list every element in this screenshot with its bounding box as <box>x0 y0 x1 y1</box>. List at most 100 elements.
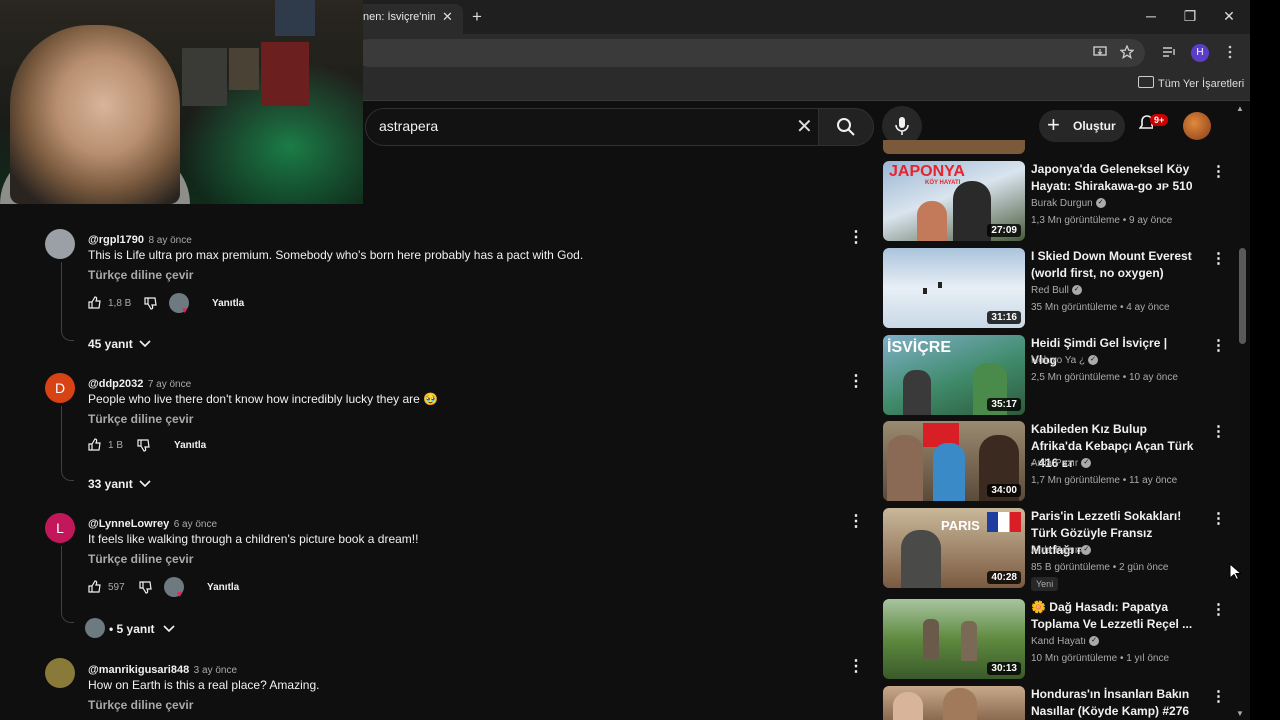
chevron-down-icon[interactable] <box>163 625 175 633</box>
reading-list-icon[interactable] <box>1162 46 1176 58</box>
replies-toggle[interactable]: 33 yanıt <box>88 477 133 491</box>
like-icon[interactable] <box>88 296 101 309</box>
replies-toggle[interactable]: • 5 yanıt <box>109 622 155 636</box>
translate-link[interactable]: Türkçe diline çevir <box>88 698 193 712</box>
video-title[interactable]: Honduras'ın İnsanları Bakın Nasıllar (Kö… <box>1031 686 1196 720</box>
scrollbar-thumb[interactable] <box>1239 248 1246 344</box>
reply-button[interactable]: Yanıtla <box>212 298 244 309</box>
webcam-person <box>10 25 180 204</box>
channel-name[interactable]: Noluyo Ya ¿ <box>1031 355 1085 366</box>
video-channel[interactable]: Kand Hayatı ✓ <box>1031 636 1100 647</box>
video-thumbnail[interactable]: 31:16 <box>883 248 1025 328</box>
install-app-icon[interactable] <box>1093 46 1107 58</box>
thumbnail-person <box>917 201 947 241</box>
video-duration: 31:16 <box>987 311 1021 324</box>
video-menu-icon[interactable]: ⋮ <box>1211 509 1226 527</box>
window-maximize-button[interactable]: ❐ <box>1180 8 1200 25</box>
comment-avatar[interactable]: D <box>45 373 75 403</box>
comment-author-handle[interactable]: @manrikigusari848 <box>88 664 189 676</box>
video-thumbnail[interactable] <box>883 686 1025 720</box>
channel-name[interactable]: Kand Hayatı <box>1031 636 1086 647</box>
comment-author-handle[interactable]: @ddp2032 <box>88 378 143 390</box>
scroll-down-arrow-icon[interactable]: ▼ <box>1236 709 1244 718</box>
thumbnail-person <box>887 435 923 501</box>
video-menu-icon[interactable]: ⋮ <box>1211 162 1226 180</box>
comment-author-handle[interactable]: @rgpl1790 <box>88 234 144 246</box>
comment-timestamp[interactable]: 3 ay önce <box>194 665 237 676</box>
window-minimize-button[interactable]: ─ <box>1141 8 1161 24</box>
video-menu-icon[interactable]: ⋮ <box>1211 422 1226 440</box>
video-channel[interactable]: Arda Pazır ✓ <box>1031 545 1092 556</box>
video-thumbnail[interactable]: JAPONYA KÖY HAYATI 27:09 <box>883 161 1025 241</box>
comment-avatar[interactable] <box>45 229 75 259</box>
comment-menu-icon[interactable]: ⋮ <box>848 656 864 676</box>
comment-timestamp[interactable]: 8 ay önce <box>148 235 191 246</box>
comment-menu-icon[interactable]: ⋮ <box>848 371 864 391</box>
video-title[interactable]: 🌼 Dağ Hasadı: Papatya Toplama Ve Lezzetl… <box>1031 599 1196 633</box>
like-icon[interactable] <box>88 580 101 593</box>
comment-avatar[interactable]: L <box>45 513 75 543</box>
clear-search-icon[interactable]: ✕ <box>796 114 813 139</box>
translate-link[interactable]: Türkçe diline çevir <box>88 268 193 282</box>
thumbnail-person <box>933 443 965 501</box>
webcam-wall-poster <box>261 42 309 106</box>
tab-close-icon[interactable]: ✕ <box>442 9 453 25</box>
dislike-icon[interactable] <box>137 439 150 452</box>
video-menu-icon[interactable]: ⋮ <box>1211 600 1226 618</box>
comment-menu-icon[interactable]: ⋮ <box>848 227 864 247</box>
channel-name[interactable]: Arda Pazır <box>1031 545 1078 556</box>
comment-author-handle[interactable]: @LynneLowrey <box>88 518 169 530</box>
video-title[interactable]: I Skied Down Mount Everest (world first,… <box>1031 248 1196 282</box>
all-bookmarks-link[interactable]: Tüm Yer İşaretleri <box>1158 78 1244 90</box>
video-title[interactable]: Japonya'da Geleneksel Köy Hayatı: Shirak… <box>1031 161 1196 195</box>
video-channel[interactable]: Noluyo Ya ¿ ✓ <box>1031 355 1099 366</box>
channel-name[interactable]: Arda Pazır <box>1031 458 1078 469</box>
like-icon[interactable] <box>88 438 101 451</box>
address-bar[interactable] <box>355 39 1145 67</box>
video-menu-icon[interactable]: ⋮ <box>1211 336 1226 354</box>
webcam-wall-poster <box>182 48 227 106</box>
translate-link[interactable]: Türkçe diline çevir <box>88 412 193 426</box>
comment-menu-icon[interactable]: ⋮ <box>848 511 864 531</box>
translate-link[interactable]: Türkçe diline çevir <box>88 552 193 566</box>
dislike-icon[interactable] <box>144 297 157 310</box>
video-thumbnail[interactable]: 34:00 <box>883 421 1025 501</box>
chevron-down-icon[interactable] <box>139 480 151 488</box>
account-avatar[interactable] <box>1183 112 1211 140</box>
video-menu-icon[interactable]: ⋮ <box>1211 249 1226 267</box>
chevron-down-icon[interactable] <box>139 340 151 348</box>
video-channel[interactable]: Arda Pazır ✓ <box>1031 458 1092 469</box>
video-thumbnail[interactable]: İSVİÇRE 35:17 <box>883 335 1025 415</box>
search-button[interactable] <box>818 108 874 146</box>
channel-name[interactable]: Red Bull <box>1031 285 1069 296</box>
notification-count-badge: 9+ <box>1150 114 1169 126</box>
comment-timestamp[interactable]: 7 ay önce <box>148 379 191 390</box>
video-thumbnail[interactable]: 30:13 <box>883 599 1025 679</box>
search-query-text[interactable]: astrapera <box>379 118 438 134</box>
page-scrollbar[interactable] <box>1237 103 1247 720</box>
comment-header: @ddp2032 7 ay önce <box>88 374 191 392</box>
thumbnail-flag <box>987 512 1021 532</box>
video-channel[interactable]: Red Bull ✓ <box>1031 285 1082 296</box>
verified-icon: ✓ <box>1088 355 1099 366</box>
window-close-button[interactable]: ✕ <box>1219 8 1239 25</box>
new-tab-button[interactable]: + <box>472 7 482 27</box>
replies-toggle[interactable]: 45 yanıt <box>88 337 133 351</box>
reply-button[interactable]: Yanıtla <box>174 440 206 451</box>
comment-timestamp[interactable]: 6 ay önce <box>174 519 217 530</box>
profile-avatar[interactable]: H <box>1191 44 1209 62</box>
browser-tab-title[interactable]: nen: İsviçre'nin <box>363 11 435 23</box>
video-thumbnail[interactable]: PARIS 40:28 <box>883 508 1025 588</box>
bookmark-star-icon[interactable] <box>1120 45 1134 59</box>
channel-name[interactable]: Burak Durgun <box>1031 198 1093 209</box>
scroll-up-arrow-icon[interactable]: ▲ <box>1236 104 1244 113</box>
browser-menu-icon[interactable] <box>1227 45 1233 59</box>
video-thumbnail-partial[interactable] <box>883 140 1025 154</box>
comment-avatar[interactable] <box>45 658 75 688</box>
dislike-icon[interactable] <box>139 581 152 594</box>
reply-button[interactable]: Yanıtla <box>207 582 239 593</box>
video-channel[interactable]: Burak Durgun ✓ <box>1031 198 1106 209</box>
verified-icon: ✓ <box>1071 285 1082 296</box>
video-menu-icon[interactable]: ⋮ <box>1211 687 1226 705</box>
comment-header: @LynneLowrey 6 ay önce <box>88 514 217 532</box>
